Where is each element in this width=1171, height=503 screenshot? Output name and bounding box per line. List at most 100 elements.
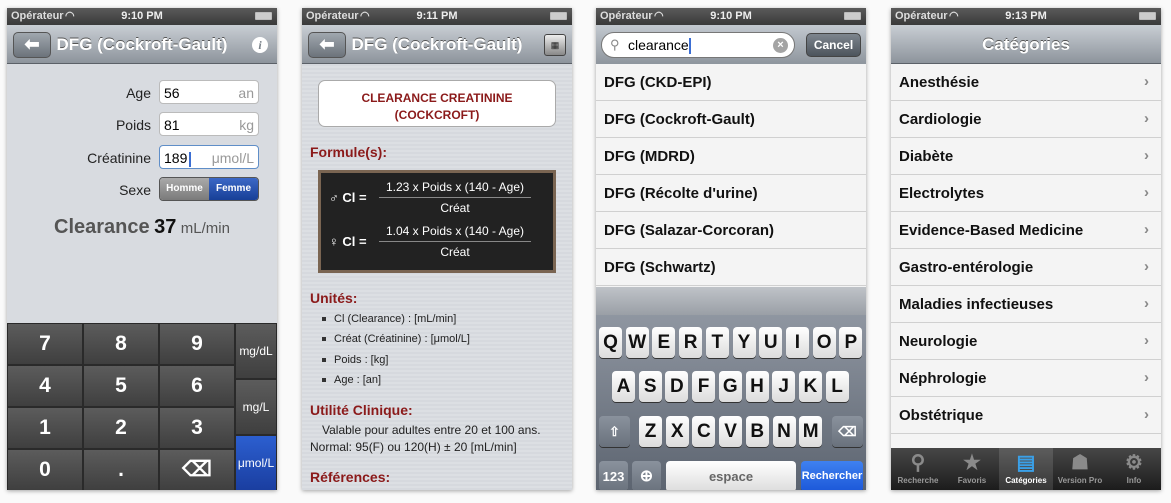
- unit-key[interactable]: mg/dL: [235, 323, 277, 379]
- numbers-key[interactable]: 123: [599, 461, 628, 490]
- key-j[interactable]: J: [772, 371, 796, 402]
- key-a[interactable]: A: [612, 371, 635, 402]
- category-item[interactable]: Obstétrique ›: [891, 397, 1161, 434]
- key-z[interactable]: Z: [639, 416, 662, 447]
- chevron-right-icon: ›: [1144, 221, 1149, 238]
- result-value: 37: [154, 216, 177, 238]
- age-input[interactable]: 56 an: [159, 80, 259, 104]
- unit-item: Cl (Clearance) : [mL/min]: [322, 313, 456, 325]
- keypad-key-8[interactable]: 8: [83, 323, 159, 365]
- unit-item: Poids : [kg]: [322, 354, 388, 366]
- search-result[interactable]: DFG (MDRD): [596, 138, 866, 175]
- key-k[interactable]: K: [798, 371, 822, 402]
- unit-key[interactable]: mg/L: [235, 379, 277, 435]
- sexe-femme[interactable]: Femme: [209, 178, 258, 200]
- key-l[interactable]: L: [825, 371, 849, 402]
- key-e[interactable]: E: [652, 327, 676, 358]
- keypad-key-1[interactable]: 1: [7, 407, 83, 449]
- search-result[interactable]: DFG (Salazar-Corcoran): [596, 212, 866, 249]
- keypad-key-dot[interactable]: .: [83, 449, 159, 490]
- key-v[interactable]: V: [719, 416, 743, 447]
- formula-numerator: 1.04 x Poids x (140 - Age): [379, 224, 531, 242]
- utilite-text: Valable pour adultes entre 20 et 100 ans…: [322, 423, 541, 437]
- key-c[interactable]: C: [692, 416, 716, 447]
- category-item[interactable]: Electrolytes ›: [891, 175, 1161, 212]
- category-label: Evidence-Based Medicine: [899, 222, 1084, 239]
- key-g[interactable]: G: [718, 371, 742, 402]
- keypad-key-0[interactable]: 0: [7, 449, 83, 490]
- clear-icon[interactable]: ×: [773, 38, 788, 53]
- star-icon: ★: [963, 452, 981, 474]
- search-result[interactable]: DFG (CKD-EPI): [596, 64, 866, 101]
- cancel-button[interactable]: Cancel: [806, 33, 861, 57]
- formules-title: Formule(s):: [310, 144, 387, 160]
- tab-recherche[interactable]: ⚲ Recherche: [891, 448, 945, 490]
- search-key[interactable]: Rechercher: [801, 461, 863, 490]
- globe-icon[interactable]: ⊕: [632, 461, 661, 490]
- delete-key[interactable]: ⌫: [832, 416, 863, 447]
- search-input[interactable]: ⚲ clearance ×: [601, 32, 795, 58]
- search-result[interactable]: DFG (Schwartz): [596, 249, 866, 286]
- category-item[interactable]: Néphrologie ›: [891, 360, 1161, 397]
- tab-info[interactable]: ⚙ Info: [1107, 448, 1161, 490]
- calculator-icon[interactable]: ▦: [544, 34, 566, 56]
- keypad-key-delete[interactable]: ⌫: [159, 449, 235, 490]
- creatinine-unit: μmol/L: [211, 150, 254, 166]
- keypad-key-6[interactable]: 6: [159, 365, 235, 407]
- search-result[interactable]: DFG (Récolte d'urine): [596, 175, 866, 212]
- key-u[interactable]: U: [759, 327, 783, 358]
- key-m[interactable]: M: [799, 416, 823, 447]
- tab-catégories[interactable]: ▤ Catégories: [999, 448, 1053, 490]
- formula-chalkboard: ♂ Cl = 1.23 x Poids x (140 - Age) Créat ♀ …: [318, 170, 556, 273]
- tab-label: Recherche: [897, 476, 939, 485]
- key-n[interactable]: N: [772, 416, 796, 447]
- clock: 9:13 PM: [1005, 10, 1047, 22]
- search-bar: ⚲ clearance × Cancel: [596, 25, 866, 64]
- search-result[interactable]: DFG (Cockroft-Gault): [596, 101, 866, 138]
- category-label: Anesthésie: [899, 74, 980, 91]
- tab-favoris[interactable]: ★ Favoris: [945, 448, 999, 490]
- key-o[interactable]: O: [812, 327, 836, 358]
- unit-key[interactable]: μmol/L: [235, 435, 277, 490]
- key-q[interactable]: Q: [599, 327, 622, 358]
- tab-version-pro[interactable]: ☗ Version Pro: [1053, 448, 1107, 490]
- keypad-key-9[interactable]: 9: [159, 323, 235, 365]
- key-w[interactable]: W: [625, 327, 649, 358]
- info-icon[interactable]: i: [252, 37, 268, 53]
- category-item[interactable]: Evidence-Based Medicine ›: [891, 212, 1161, 249]
- keypad-key-2[interactable]: 2: [83, 407, 159, 449]
- keypad-key-7[interactable]: 7: [7, 323, 83, 365]
- poids-input[interactable]: 81 kg: [159, 112, 259, 136]
- keyboard: Q W E R T Y U I O P A S D F G H J K L Z X C V B N M ⇧ ⌫ 123 ⊕ espace Re…: [596, 315, 866, 490]
- key-i[interactable]: I: [785, 327, 809, 358]
- key-d[interactable]: D: [665, 371, 689, 402]
- formula-lhs: ♀ Cl =: [329, 234, 367, 249]
- formula-female: ♀ Cl = 1.04 x Poids x (140 - Age) Créat: [329, 220, 549, 264]
- keypad-key-3[interactable]: 3: [159, 407, 235, 449]
- key-s[interactable]: S: [638, 371, 662, 402]
- key-f[interactable]: F: [692, 371, 716, 402]
- key-y[interactable]: Y: [732, 327, 756, 358]
- category-label: Cardiologie: [899, 111, 982, 128]
- key-p[interactable]: P: [839, 327, 863, 358]
- category-item[interactable]: Diabète ›: [891, 138, 1161, 175]
- keypad-key-4[interactable]: 4: [7, 365, 83, 407]
- key-x[interactable]: X: [665, 416, 689, 447]
- sexe-homme[interactable]: Homme: [160, 178, 209, 200]
- creatinine-input[interactable]: 189 μmol/L: [159, 145, 259, 169]
- category-item[interactable]: Maladies infectieuses ›: [891, 286, 1161, 323]
- key-t[interactable]: T: [705, 327, 729, 358]
- category-item[interactable]: Anesthésie ›: [891, 64, 1161, 101]
- keypad-key-5[interactable]: 5: [83, 365, 159, 407]
- sexe-segmented-control: Homme Femme: [159, 177, 259, 201]
- shift-key[interactable]: ⇧: [599, 416, 630, 447]
- category-item[interactable]: Neurologie ›: [891, 323, 1161, 360]
- category-item[interactable]: Gastro-entérologie ›: [891, 249, 1161, 286]
- key-h[interactable]: H: [745, 371, 769, 402]
- doctors-icon: ☗: [1071, 452, 1089, 474]
- space-key[interactable]: espace: [666, 461, 796, 490]
- battery-icon: [1139, 12, 1156, 20]
- key-b[interactable]: B: [745, 416, 769, 447]
- category-item[interactable]: Cardiologie ›: [891, 101, 1161, 138]
- key-r[interactable]: R: [679, 327, 703, 358]
